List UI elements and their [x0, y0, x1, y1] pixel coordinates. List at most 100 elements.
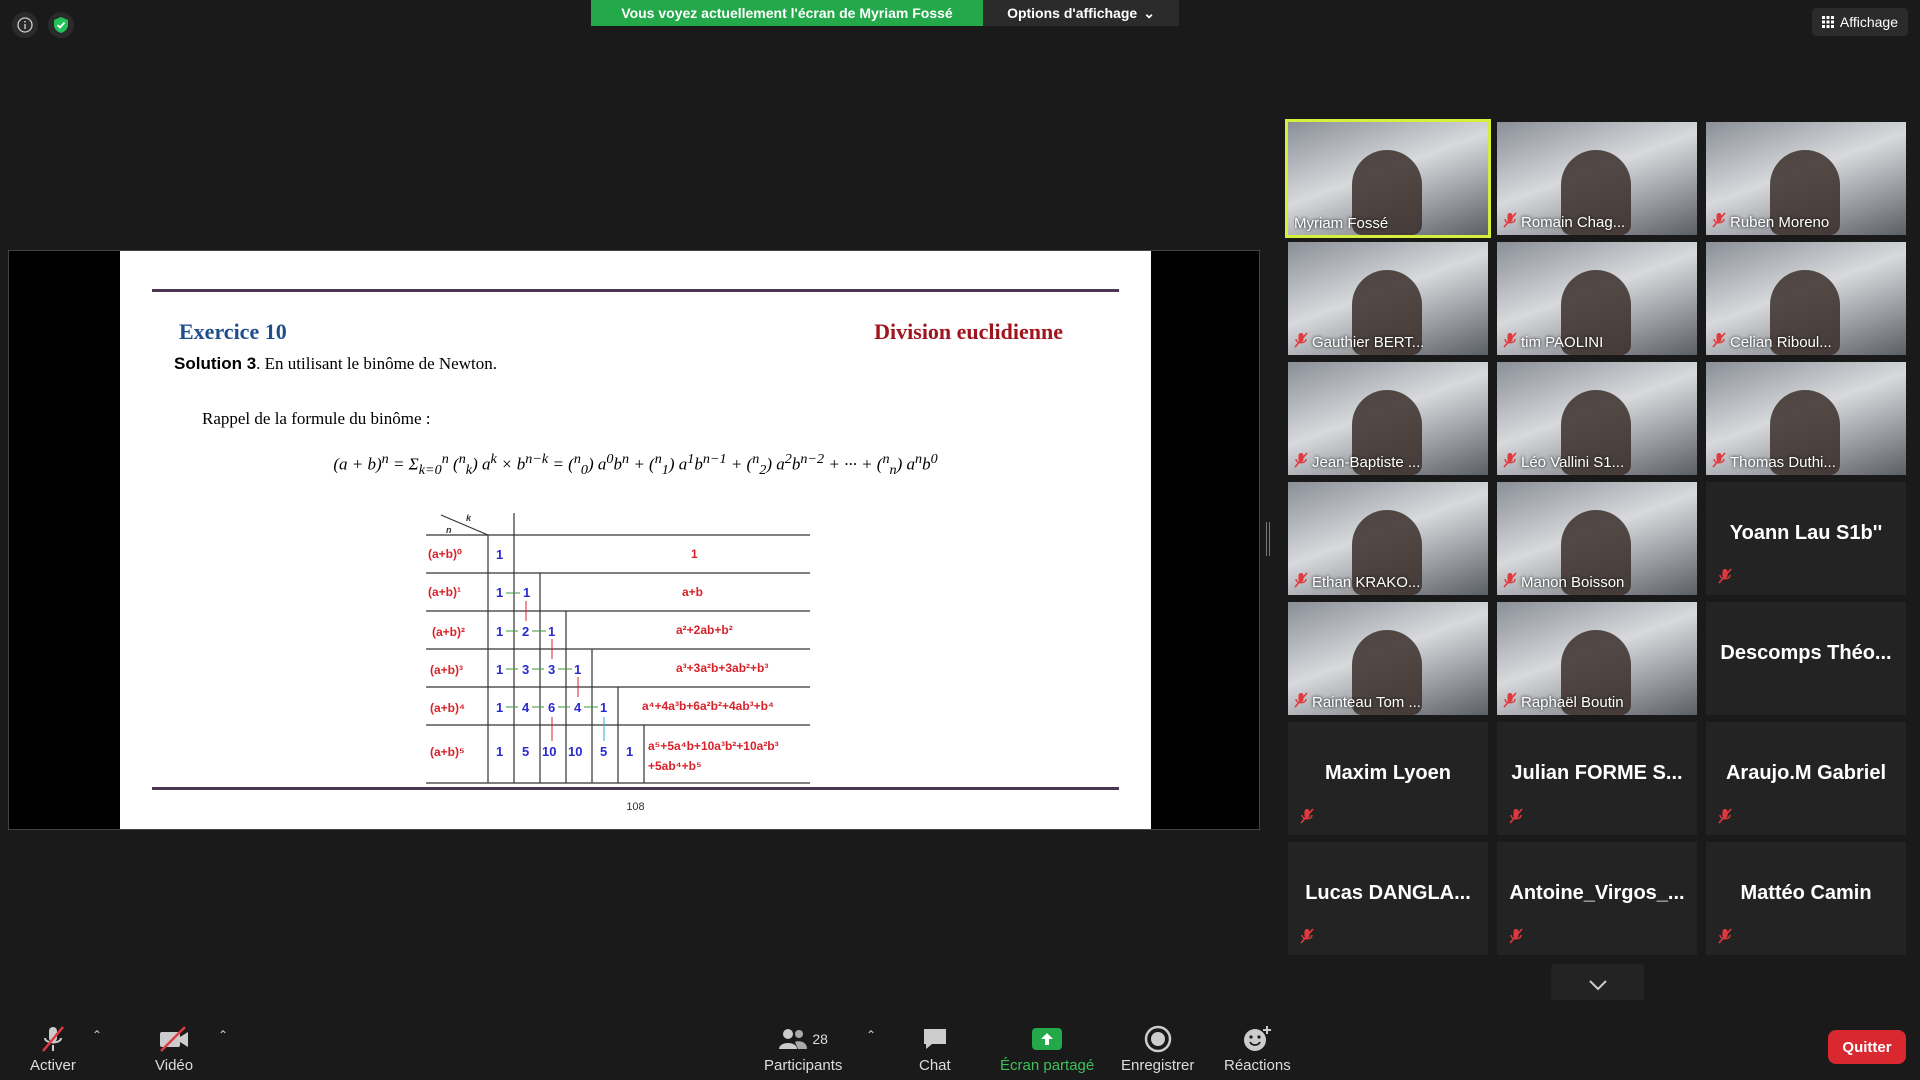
participant-name: Raphaël Boutin [1521, 693, 1624, 711]
exercise-title: Exercice 10 [179, 319, 287, 344]
svg-text:5: 5 [522, 744, 529, 759]
participant-name: Maxim Lyoen [1325, 762, 1451, 784]
svg-text:4: 4 [574, 700, 582, 715]
participant-tile[interactable]: Thomas Duthi... [1706, 362, 1906, 475]
svg-text:1: 1 [691, 547, 698, 561]
sharing-banner: Vous voyez actuellement l'écran de Myria… [591, 0, 983, 26]
leave-meeting-button[interactable]: Quitter [1828, 1030, 1906, 1064]
participant-name-label: Jean-Baptiste ... [1294, 452, 1420, 472]
participant-tile[interactable]: tim PAOLINI [1497, 242, 1697, 355]
participant-name-label: Thomas Duthi... [1712, 452, 1836, 472]
rappel-text: Rappel de la formule du binôme : [202, 409, 431, 428]
svg-text:a+b: a+b [682, 585, 703, 599]
participant-name: Descomps Théo... [1720, 642, 1892, 664]
page-number: 108 [626, 801, 645, 813]
security-shield-icon[interactable] [48, 12, 74, 38]
svg-text:(a+b)¹: (a+b)¹ [428, 585, 461, 599]
participant-name-label: Rainteau Tom ... [1294, 692, 1421, 712]
unmute-label: Activer [30, 1057, 76, 1074]
participant-tile[interactable]: Romain Chag... [1497, 122, 1697, 235]
unmute-button[interactable]: Activer [30, 1021, 76, 1074]
muted-mic-icon [1503, 332, 1517, 352]
participant-tile[interactable]: Raphaël Boutin [1497, 602, 1697, 715]
participant-tile[interactable]: Jean-Baptiste ... [1288, 362, 1488, 475]
participant-tile[interactable]: Descomps Théo... [1706, 602, 1906, 715]
svg-text:1: 1 [496, 744, 503, 759]
solution-text: . En utilisant le binôme de Newton. [256, 354, 497, 373]
participant-name: Araujo.M Gabriel [1725, 762, 1887, 784]
participant-tile[interactable]: Antoine_Virgos_... [1497, 842, 1697, 955]
svg-text:(a+b)⁴: (a+b)⁴ [430, 701, 465, 715]
slide-top-rule [152, 289, 1119, 292]
muted-mic-icon [1294, 692, 1308, 712]
video-options-caret-icon[interactable]: ⌃ [218, 1028, 228, 1042]
participant-tile[interactable]: Lucas DANGLA... [1288, 842, 1488, 955]
record-button[interactable]: Enregistrer [1121, 1021, 1194, 1074]
share-screen-label: Écran partagé [1000, 1057, 1095, 1074]
participant-tile[interactable]: Manon Boisson [1497, 482, 1697, 595]
participant-tile[interactable]: Rainteau Tom ... [1288, 602, 1488, 715]
svg-text:(a+b)⁰: (a+b)⁰ [428, 547, 462, 561]
participant-tile[interactable]: Ruben Moreno [1706, 122, 1906, 235]
participant-name: Manon Boisson [1521, 573, 1625, 591]
svg-text:10: 10 [568, 744, 582, 759]
chevron-down-icon [1588, 980, 1607, 991]
participant-name: Rainteau Tom ... [1312, 693, 1421, 711]
svg-text:(a+b)³: (a+b)³ [430, 663, 463, 677]
participant-tile[interactable]: Myriam Fossé [1285, 119, 1491, 238]
participant-name-label: Léo Vallini S1... [1503, 452, 1624, 472]
participant-name-label: Raphaël Boutin [1503, 692, 1624, 712]
participant-tile[interactable]: Léo Vallini S1... [1497, 362, 1697, 475]
audio-options-caret-icon[interactable]: ⌃ [92, 1028, 102, 1042]
chat-button[interactable]: Chat [919, 1021, 951, 1074]
slide-bottom-rule [152, 787, 1119, 790]
participant-name: Ethan KRAKO... [1312, 573, 1421, 591]
svg-text:1: 1 [548, 624, 555, 639]
participant-tile[interactable]: Maxim Lyoen [1288, 722, 1488, 835]
record-icon [1144, 1021, 1172, 1057]
panel-resize-handle[interactable] [1266, 522, 1270, 556]
muted-mic-icon [1503, 572, 1517, 592]
participants-icon [779, 1029, 808, 1049]
share-screen-button[interactable]: Écran partagé [1000, 1021, 1094, 1074]
participant-name: Celian Riboul... [1730, 333, 1832, 351]
participant-name-label: tim PAOLINI [1503, 332, 1603, 352]
participants-button[interactable]: 28 Participants [764, 1021, 842, 1074]
gallery-view-label: Affichage [1839, 14, 1898, 30]
svg-text:10: 10 [542, 744, 556, 759]
svg-text:1: 1 [626, 744, 633, 759]
info-icon[interactable] [12, 12, 38, 38]
video-button[interactable]: Vidéo [155, 1021, 193, 1074]
share-screen-icon [1032, 1021, 1063, 1057]
participant-name: Julian FORME S... [1511, 762, 1683, 784]
participant-tile[interactable]: Gauthier BERT... [1288, 242, 1488, 355]
participant-name: Gauthier BERT... [1312, 333, 1425, 351]
reactions-button[interactable]: Réactions [1224, 1021, 1291, 1074]
muted-mic-icon [1294, 452, 1308, 472]
participant-tile[interactable]: Araujo.M Gabriel [1706, 722, 1906, 835]
participant-name: Thomas Duthi... [1730, 453, 1836, 471]
svg-text:k: k [466, 513, 472, 523]
exercise-topic: Division euclidienne [874, 319, 1063, 344]
shared-screen[interactable]: Exercice 10 Division euclidienne Solutio… [8, 250, 1260, 830]
view-options-button[interactable]: Options d'affichage ⌄ [983, 0, 1179, 26]
muted-mic-icon [1718, 808, 1732, 829]
participant-name: Yoann Lau S1b'' [1729, 522, 1883, 544]
participants-options-caret-icon[interactable]: ⌃ [866, 1028, 876, 1042]
muted-mic-icon [1712, 452, 1726, 472]
gallery-view-button[interactable]: Affichage [1811, 8, 1908, 36]
participant-tile[interactable]: Celian Riboul... [1706, 242, 1906, 355]
chat-label: Chat [919, 1057, 951, 1074]
participant-name: tim PAOLINI [1521, 333, 1604, 351]
participant-name-label: Myriam Fossé [1294, 215, 1388, 232]
video-label: Vidéo [155, 1057, 194, 1074]
participant-name-label: Ethan KRAKO... [1294, 572, 1420, 592]
participant-tile[interactable]: Mattéo Camin [1706, 842, 1906, 955]
muted-mic-icon [1712, 332, 1726, 352]
participant-tile[interactable]: Yoann Lau S1b'' [1706, 482, 1906, 595]
binomial-formula: (a + b)n = Σk=0n (nk) ak × bn−k = (n0) a… [333, 451, 938, 479]
svg-text:1: 1 [496, 662, 503, 677]
svg-text:(a+b)²: (a+b)² [432, 625, 465, 639]
participant-tile[interactable]: Julian FORME S... [1497, 722, 1697, 835]
participant-tile[interactable]: Ethan KRAKO... [1288, 482, 1488, 595]
